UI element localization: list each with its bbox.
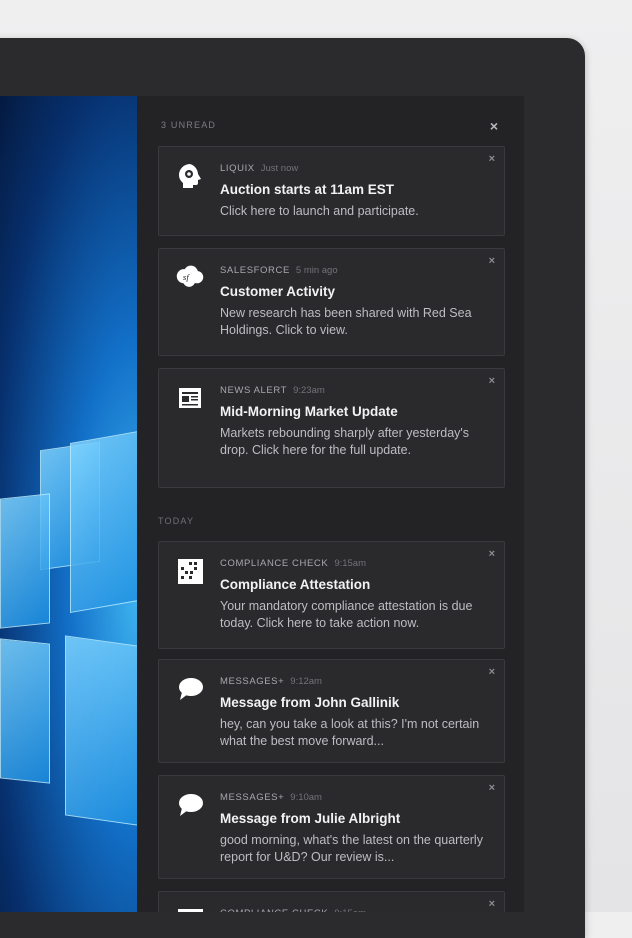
grid-icon: [175, 906, 205, 912]
notification-app: LIQUIX: [220, 163, 255, 174]
dismiss-button[interactable]: ×: [489, 548, 495, 560]
newspaper-icon: [175, 383, 205, 413]
chat-bubble-icon: [175, 674, 205, 704]
notification-meta: LIQUIX Just now: [220, 163, 298, 174]
notification-body: Markets rebounding sharply after yesterd…: [220, 426, 470, 457]
notification-time: 5 min ago: [295, 265, 338, 276]
notification-app: COMPLIANCE CHECK: [220, 558, 329, 569]
notification-app: COMPLIANCE CHECK: [220, 908, 328, 912]
salesforce-cloud-icon: sf: [175, 263, 205, 293]
desktop-wallpaper: [0, 96, 137, 912]
notification-meta: NEWS ALERT 9:23am: [220, 385, 325, 396]
notification-card[interactable]: NEWS ALERT 9:23am Mid-Morning Market Upda…: [158, 368, 505, 488]
notification-time: 9:23am: [293, 385, 325, 396]
notification-title: Message from John Gallinik: [220, 695, 400, 710]
notification-time: 9:12am: [290, 676, 322, 687]
notification-meta: COMPLIANCE CHECK 9:15am: [220, 908, 366, 912]
notification-time: 9:15am: [334, 558, 366, 569]
notification-card[interactable]: LIQUIX Just now Auction starts at 11am ES…: [158, 146, 505, 236]
dismiss-button[interactable]: ×: [489, 255, 495, 267]
notification-body: Your mandatory compliance attestation is…: [220, 599, 473, 630]
notification-app: MESSAGES+: [220, 676, 285, 687]
notification-card[interactable]: COMPLIANCE CHECK 9:15am Compliance Attest…: [158, 541, 505, 649]
unread-count: 3 UNREAD: [161, 120, 217, 130]
notification-app: NEWS ALERT: [220, 385, 288, 396]
notification-body: hey, can you take a look at this? I'm no…: [220, 717, 480, 748]
grid-icon: [175, 556, 205, 586]
notification-time: 9:10am: [290, 792, 322, 803]
notification-time: Just now: [260, 163, 299, 174]
notification-app: MESSAGES+: [220, 792, 285, 803]
dismiss-button[interactable]: ×: [489, 153, 495, 165]
notification-panel: 3 UNREAD × TODAY LIQUIX Just now Auction …: [137, 96, 524, 912]
notification-card[interactable]: sf SALESFORCE 5 min ago Customer Activity…: [158, 248, 505, 356]
notification-title: Mid-Morning Market Update: [220, 404, 398, 419]
notification-body: Click here to launch and participate.: [220, 204, 419, 218]
screen: 3 UNREAD × TODAY LIQUIX Just now Auction …: [0, 96, 524, 912]
dismiss-button[interactable]: ×: [489, 898, 495, 910]
close-panel-button[interactable]: ×: [490, 118, 498, 134]
head-gear-icon: [175, 161, 205, 191]
dismiss-button[interactable]: ×: [489, 375, 495, 387]
notification-card[interactable]: MESSAGES+ 9:12am Message from John Gallin…: [158, 659, 505, 763]
section-today-label: TODAY: [158, 516, 195, 526]
notification-meta: MESSAGES+ 9:10am: [220, 792, 322, 803]
notification-card[interactable]: COMPLIANCE CHECK 9:15am ×: [158, 891, 505, 912]
notification-title: Auction starts at 11am EST: [220, 182, 395, 197]
notification-body: New research has been shared with Red Se…: [220, 306, 472, 337]
notification-body: good morning, what's the latest on the q…: [220, 833, 483, 864]
chat-bubble-icon: [175, 790, 205, 820]
notification-time: 9:15am: [334, 908, 366, 912]
dismiss-button[interactable]: ×: [489, 666, 495, 678]
notification-title: Customer Activity: [220, 284, 336, 299]
notification-card[interactable]: MESSAGES+ 9:10am Message from Julie Albri…: [158, 775, 505, 879]
notification-meta: MESSAGES+ 9:12am: [220, 676, 322, 687]
notification-meta: COMPLIANCE CHECK 9:15am: [220, 558, 366, 569]
notification-title: Compliance Attestation: [220, 577, 371, 592]
notification-meta: SALESFORCE 5 min ago: [220, 265, 338, 276]
dismiss-button[interactable]: ×: [489, 782, 495, 794]
notification-app: SALESFORCE: [220, 265, 290, 276]
notification-title: Message from Julie Albright: [220, 811, 401, 826]
